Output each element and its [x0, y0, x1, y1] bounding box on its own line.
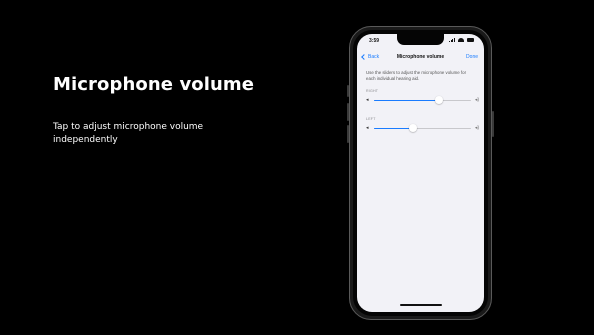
right-section-label: RIGHT — [366, 89, 379, 93]
slider-track — [374, 124, 471, 132]
slide-title: Microphone volume — [53, 74, 255, 95]
slider-fill — [374, 99, 439, 101]
left-volume-slider[interactable]: ◂ ◂) — [366, 124, 479, 132]
slider-track — [374, 96, 471, 104]
nav-title: Microphone volume — [396, 54, 445, 60]
volume-high-icon: ◂) — [474, 125, 479, 131]
slider-thumb[interactable] — [434, 96, 443, 104]
left-section-label: LEFT — [366, 117, 376, 121]
slider-thumb[interactable] — [408, 124, 417, 132]
battery-icon — [467, 38, 474, 42]
status-icons — [449, 38, 474, 42]
slider-fill — [374, 127, 413, 129]
right-volume-slider[interactable]: ◂ ◂) — [366, 96, 479, 104]
done-button[interactable]: Done — [466, 54, 478, 60]
phone-frame: 3:59 Back Microphone volume Done Use the — [347, 26, 494, 320]
status-bar: 3:59 — [357, 34, 484, 50]
wifi-icon — [458, 38, 464, 42]
cellular-signal-icon — [449, 38, 455, 42]
phone-screen: 3:59 Back Microphone volume Done Use the — [357, 34, 484, 312]
nav-bar: Back Microphone volume Done — [357, 52, 484, 64]
volume-high-icon: ◂) — [474, 97, 479, 103]
phone-side-button — [347, 85, 349, 97]
phone-side-button — [347, 103, 349, 121]
slide: Microphone volume Tap to adjust micropho… — [0, 0, 594, 335]
home-indicator — [400, 304, 442, 306]
status-time: 3:59 — [369, 38, 380, 44]
phone-power-button — [492, 111, 494, 137]
volume-low-icon: ◂ — [366, 125, 369, 131]
slide-subtitle: Tap to adjust microphone volume independ… — [53, 122, 204, 145]
phone-side-button — [347, 125, 349, 143]
instructions-text: Use the sliders to adjust the microphone… — [366, 70, 467, 81]
volume-low-icon: ◂ — [366, 97, 369, 103]
